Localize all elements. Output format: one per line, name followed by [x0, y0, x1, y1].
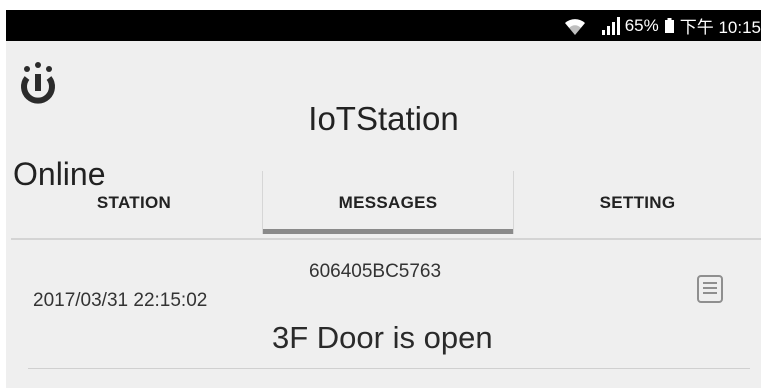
app-header: IoTStation Online — [6, 41, 761, 192]
message-detail-icon[interactable] — [696, 272, 724, 306]
tab-bar: STATION MESSAGES SETTING — [6, 171, 761, 234]
list-divider — [28, 368, 750, 369]
tab-station[interactable]: STATION — [6, 171, 262, 234]
battery-icon — [664, 18, 674, 33]
tab-label: MESSAGES — [338, 192, 438, 212]
wifi-icon — [564, 18, 585, 35]
tab-label: STATION — [96, 192, 172, 212]
signal-icon — [601, 16, 620, 35]
status-bar-right: 65% 下午 10:15 — [563, 10, 761, 41]
message-timestamp: 2017/03/31 22:15:02 — [33, 290, 208, 311]
tab-label: SETTING — [599, 192, 676, 212]
app-title: IoTStation — [308, 100, 459, 137]
message-list-item[interactable]: 606405BC5763 2017/03/31 22:15:02 3F Door… — [6, 242, 761, 369]
tab-setting[interactable]: SETTING — [514, 171, 761, 234]
tab-messages[interactable]: MESSAGES — [262, 171, 514, 234]
message-text: 3F Door is open — [272, 320, 493, 355]
message-device-id: 606405BC5763 — [309, 261, 442, 282]
status-bar-time: 下午 10:15 — [679, 18, 761, 37]
tabs-divider — [11, 238, 761, 240]
status-bar: 65% 下午 10:15 — [6, 10, 761, 41]
app-screen: 65% 下午 10:15 IoTStation Online STATION M… — [6, 10, 761, 388]
battery-percent: 65% — [624, 15, 659, 35]
selected-tab-indicator — [263, 229, 513, 234]
